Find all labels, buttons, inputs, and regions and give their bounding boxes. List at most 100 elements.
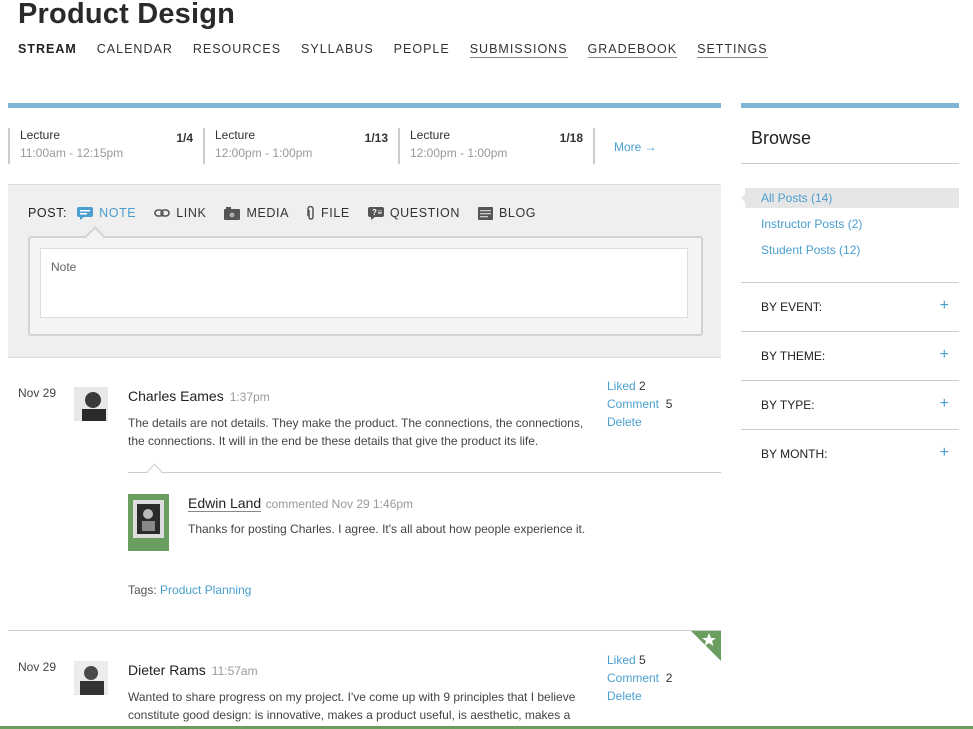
post-separator [8, 630, 721, 631]
post-author[interactable]: Dieter Rams [128, 662, 206, 678]
filter-by-event[interactable]: BY EVENT: + [761, 297, 949, 315]
like-count: 5 [639, 653, 646, 667]
stream-top-rule [8, 103, 721, 108]
note-input[interactable]: Note [40, 248, 688, 318]
comment-divider [128, 472, 721, 473]
nav-calendar[interactable]: CALENDAR [97, 42, 173, 58]
nav-resources[interactable]: RESOURCES [193, 42, 281, 58]
post-header: Dieter Rams 11:57am [128, 662, 258, 680]
post-type-bar: POST: NOTE LINK MEDIA FILE ?≡ QUESTION B… [28, 206, 554, 220]
post-body: Wanted to share progress on my project. … [128, 690, 576, 722]
nav-settings[interactable]: SETTINGS [697, 42, 768, 58]
post-time: 11:57am [211, 664, 258, 678]
post-date: Nov 29 [18, 386, 57, 400]
tags-label: Tags: [128, 583, 157, 597]
lecture-date: 1/18 [559, 131, 583, 145]
media-icon [224, 206, 241, 220]
post-type-media[interactable]: MEDIA [224, 206, 289, 220]
avatar[interactable] [128, 494, 169, 551]
note-placeholder: Note [51, 260, 77, 274]
filter-label: BY EVENT: [761, 300, 823, 314]
lecture-divider [593, 128, 595, 164]
lecture-date: 1/13 [364, 131, 388, 145]
filter-label: BY THEME: [761, 349, 826, 363]
filter-by-type[interactable]: BY TYPE: + [761, 395, 949, 413]
post-type-file[interactable]: FILE [307, 206, 350, 220]
comment-header: Edwin Land commented Nov 29 1:46pm [188, 495, 413, 513]
sidebar-active-arrow [741, 190, 749, 206]
filter-by-theme[interactable]: BY THEME: + [761, 346, 949, 364]
delete-button[interactable]: Delete [607, 413, 672, 431]
lecture-name: Lecture [20, 128, 61, 142]
sidebar-title: Browse [751, 128, 812, 148]
nav-submissions[interactable]: SUBMISSIONS [469, 42, 568, 58]
comment-author[interactable]: Edwin Land [188, 495, 262, 512]
plus-icon[interactable]: + [940, 346, 949, 364]
post-time: 1:37pm [229, 390, 270, 404]
filter-label: BY TYPE: [761, 398, 815, 412]
blog-icon [477, 206, 493, 220]
post-actions: Liked 5 Comment 2 Delete [607, 651, 672, 705]
course-title: Product Design [18, 0, 236, 30]
like-count: 2 [639, 379, 646, 393]
course-nav: STREAM CALENDAR RESOURCES SYLLABUS PEOPL… [18, 42, 788, 58]
post-type-label: NOTE [99, 206, 137, 220]
nav-syllabus[interactable]: SYLLABUS [301, 42, 374, 58]
post-type-blog[interactable]: BLOG [477, 206, 537, 220]
svg-text:?≡: ?≡ [372, 208, 383, 217]
post-type-question[interactable]: ?≡ QUESTION [367, 206, 460, 220]
sidebar-top-rule [741, 103, 959, 108]
nav-people[interactable]: PEOPLE [394, 42, 450, 58]
post-label: POST: [28, 206, 68, 220]
comment-button[interactable]: Comment [607, 397, 659, 411]
like-button[interactable]: Liked [607, 653, 636, 667]
question-icon: ?≡ [367, 206, 384, 220]
sidebar-link-all-posts[interactable]: All Posts (14) [761, 191, 832, 205]
comment-caret [146, 463, 163, 480]
lecture-name: Lecture [410, 128, 451, 142]
tag-link[interactable]: Product Planning [160, 583, 251, 597]
sidebar-link-instructor-posts[interactable]: Instructor Posts (2) [761, 217, 862, 231]
comment-count: 5 [665, 397, 673, 411]
post-author[interactable]: Charles Eames [128, 388, 224, 404]
comment-meta: commented Nov 29 1:46pm [265, 497, 414, 511]
lecture-time: 12:00pm - 1:00pm [215, 146, 313, 160]
link-icon [154, 209, 171, 217]
post-type-label: MEDIA [246, 206, 290, 220]
lecture-time: 11:00am - 12:15pm [20, 146, 124, 160]
star-icon [702, 633, 716, 646]
post-type-label: BLOG [498, 206, 537, 220]
paperclip-icon [307, 206, 314, 220]
like-button[interactable]: Liked [607, 379, 636, 393]
nav-stream[interactable]: STREAM [18, 42, 77, 58]
plus-icon[interactable]: + [940, 395, 949, 413]
sidebar-divider [741, 282, 959, 283]
post-date: Nov 29 [18, 660, 57, 674]
post-type-link[interactable]: LINK [154, 206, 206, 220]
post-header: Charles Eames 1:37pm [128, 388, 270, 406]
post-type-note[interactable]: NOTE [77, 206, 136, 220]
sidebar-divider [741, 429, 959, 430]
comment-count: 2 [665, 671, 673, 685]
sidebar-link-student-posts[interactable]: Student Posts (12) [761, 243, 860, 257]
avatar[interactable] [74, 387, 108, 421]
comment-button[interactable]: Comment [607, 671, 659, 685]
plus-icon[interactable]: + [940, 444, 949, 462]
nav-gradebook[interactable]: GRADEBOOK [587, 42, 678, 58]
comment-body: Thanks for posting Charles. I agree. It'… [188, 522, 586, 536]
avatar[interactable] [74, 661, 108, 695]
more-lectures-link[interactable]: More → [614, 140, 657, 154]
delete-button[interactable]: Delete [607, 687, 672, 705]
filter-label: BY MONTH: [761, 447, 828, 461]
lecture-item[interactable]: Lecture 1/13 12:00pm - 1:00pm [203, 128, 388, 164]
post-tags: Tags: Product Planning [128, 583, 251, 597]
post-body: The details are not details. They make t… [128, 416, 584, 448]
filter-by-month[interactable]: BY MONTH: + [761, 444, 949, 462]
lecture-date: 1/4 [176, 131, 193, 145]
lecture-item[interactable]: Lecture 1/4 11:00am - 12:15pm [8, 128, 193, 164]
lecture-item[interactable]: Lecture 1/18 12:00pm - 1:00pm [398, 128, 583, 164]
plus-icon[interactable]: + [940, 297, 949, 315]
sidebar-divider [741, 380, 959, 381]
note-icon [77, 206, 94, 220]
post-type-label: LINK [176, 206, 207, 220]
